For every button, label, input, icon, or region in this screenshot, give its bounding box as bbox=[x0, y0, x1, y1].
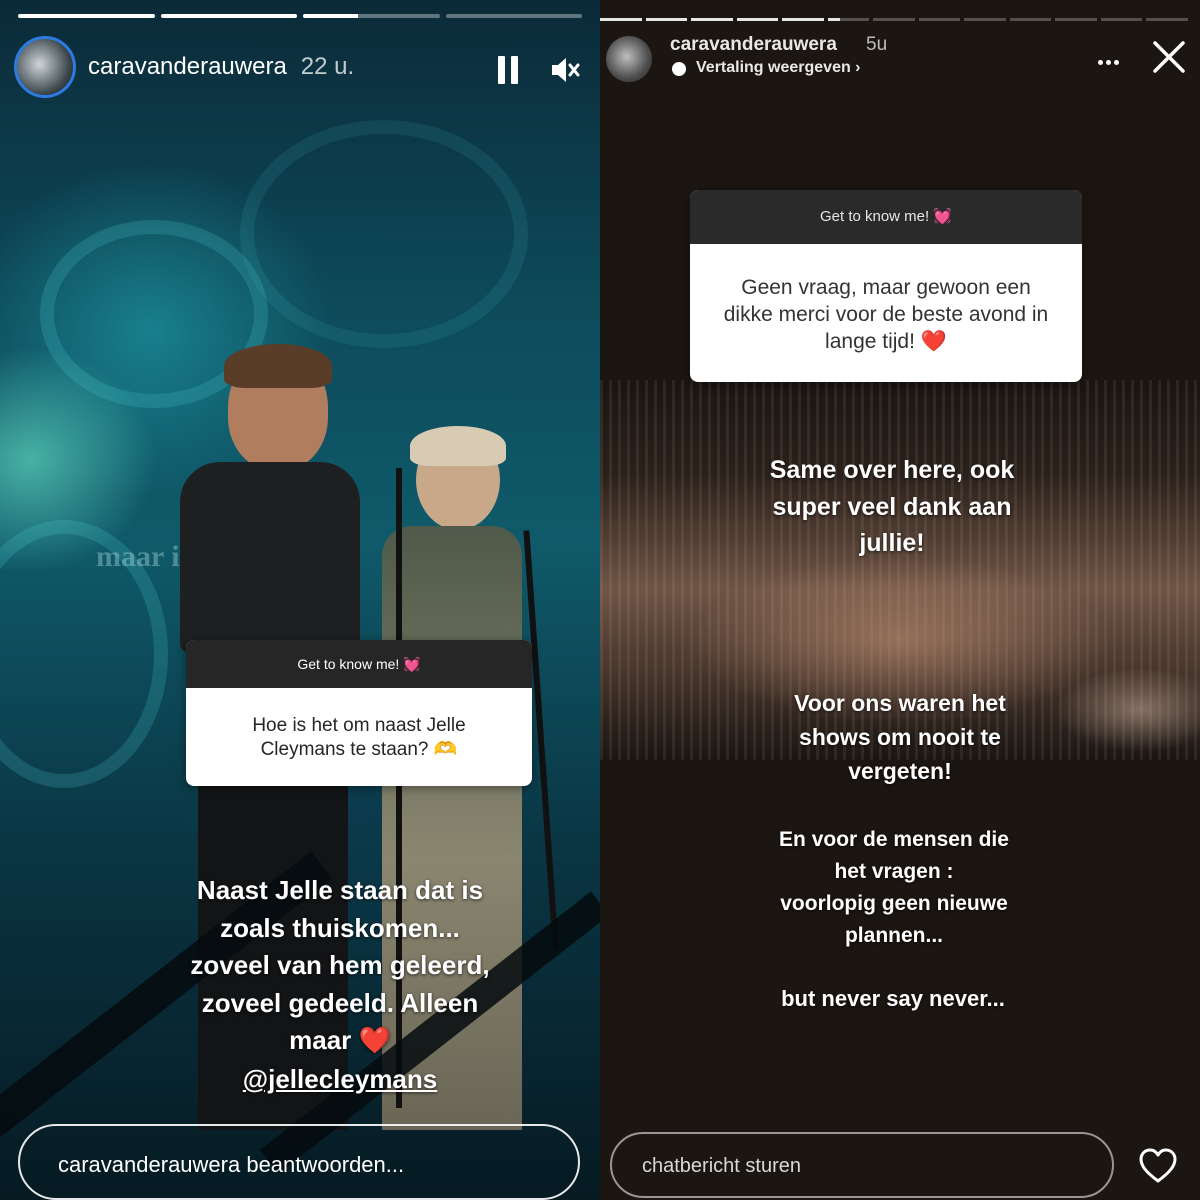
chat-input[interactable]: chatbericht sturen bbox=[610, 1132, 1114, 1198]
progress-fill bbox=[782, 18, 824, 21]
answer-text-1: Same over here, ook super veel dank aan … bbox=[712, 452, 1072, 562]
progress-segment bbox=[918, 18, 961, 21]
story-progress bbox=[18, 14, 582, 18]
mute-icon[interactable] bbox=[550, 56, 580, 84]
mention-link[interactable]: @jellecleymans bbox=[150, 1064, 530, 1095]
progress-segment bbox=[1100, 18, 1143, 21]
answer-line: zoals thuiskomen... bbox=[220, 912, 460, 943]
answer-line: En voor de mensen die bbox=[779, 828, 1009, 851]
answer-line: het vragen : bbox=[834, 860, 954, 883]
answer-text-4: but never say never... bbox=[781, 986, 1005, 1011]
username[interactable]: caravanderauwera bbox=[88, 53, 287, 81]
answer-line: vergeten! bbox=[848, 758, 952, 784]
story-progress-right bbox=[600, 18, 1200, 21]
progress-segment bbox=[445, 14, 582, 18]
question-text: Geen vraag, maar gewoon een dikke merci … bbox=[723, 276, 1049, 353]
post-time: 22 u. bbox=[300, 53, 355, 80]
story-header: caravanderauwera 22 u. bbox=[14, 36, 354, 98]
answer-line: Naast Jelle staan dat is bbox=[196, 875, 484, 905]
answer-line: maar ❤️ bbox=[289, 1025, 391, 1055]
background-swirl bbox=[240, 120, 528, 348]
progress-segment bbox=[691, 18, 733, 21]
avatar[interactable] bbox=[606, 36, 652, 82]
answer-line: shows om nooit te bbox=[799, 724, 1001, 750]
globe-icon bbox=[672, 62, 686, 76]
progress-segment bbox=[964, 18, 1006, 21]
progress-segment bbox=[303, 14, 440, 18]
progress-segment bbox=[782, 18, 824, 21]
answer-line: zoveel gedeeld. Alleen bbox=[201, 987, 479, 1018]
close-icon[interactable] bbox=[1152, 40, 1186, 74]
answer-line: Voor ons waren het bbox=[794, 690, 1006, 716]
answer-text: Naast Jelle staan dat is zoals thuiskome… bbox=[150, 872, 530, 1060]
answer-line: plannen... bbox=[844, 924, 943, 947]
progress-fill bbox=[303, 14, 358, 18]
answer-line: super veel dank aan bbox=[772, 492, 1012, 521]
progress-fill bbox=[827, 18, 841, 21]
username[interactable]: caravanderauwera bbox=[670, 34, 837, 56]
more-icon[interactable] bbox=[1098, 52, 1122, 70]
progress-segment bbox=[645, 18, 688, 21]
question-header: Get to know me! 💓 bbox=[186, 640, 532, 688]
progress-fill bbox=[691, 18, 733, 21]
question-sticker: Get to know me! 💓 Hoe is het om naast Je… bbox=[186, 640, 532, 786]
progress-segment bbox=[736, 18, 779, 21]
question-header: Get to know me! 💓 bbox=[690, 190, 1082, 244]
progress-segment bbox=[160, 14, 297, 18]
avatar[interactable] bbox=[14, 36, 76, 98]
post-time: 5u bbox=[866, 34, 888, 55]
answer-line: Same over here, ook bbox=[769, 456, 1015, 484]
progress-segment bbox=[1009, 18, 1052, 21]
answer-line: zoveel van hem geleerd, bbox=[190, 950, 490, 980]
progress-segment bbox=[873, 18, 915, 21]
answer-text-3: En voor de mensen die het vragen : voorl… bbox=[712, 824, 1076, 952]
story-panel-right[interactable] bbox=[600, 0, 1200, 1200]
heart-icon[interactable] bbox=[1138, 1148, 1178, 1184]
answer-line: jullie! bbox=[859, 529, 925, 557]
progress-fill bbox=[600, 18, 642, 21]
answer-text-2: Voor ons waren het shows om nooit te ver… bbox=[720, 686, 1080, 788]
progress-fill bbox=[645, 18, 688, 21]
progress-fill bbox=[160, 14, 297, 18]
reply-input[interactable]: caravanderauwera beantwoorden... bbox=[18, 1124, 580, 1200]
story-panel-left[interactable]: maar ik caravanderauwera 22 u. Get to kn… bbox=[0, 0, 600, 1200]
translation-link[interactable]: Vertaling weergeven › bbox=[696, 59, 861, 77]
chat-placeholder: chatbericht sturen bbox=[642, 1155, 801, 1177]
progress-segment bbox=[1055, 18, 1097, 21]
question-text: Hoe is het om naast Jelle Cleymans te st… bbox=[252, 715, 466, 760]
question-sticker: Get to know me! 💓 Geen vraag, maar gewoo… bbox=[690, 190, 1082, 382]
progress-fill bbox=[736, 18, 779, 21]
progress-segment bbox=[600, 18, 642, 21]
reply-placeholder: caravanderauwera beantwoorden... bbox=[58, 1152, 405, 1177]
translation-label: Vertaling weergeven bbox=[696, 59, 851, 76]
progress-segment bbox=[18, 14, 155, 18]
answer-line: voorlopig geen nieuwe bbox=[780, 892, 1008, 915]
pause-icon[interactable] bbox=[498, 56, 518, 84]
progress-fill bbox=[18, 14, 155, 18]
progress-segment bbox=[827, 18, 870, 21]
progress-segment bbox=[1146, 18, 1188, 21]
